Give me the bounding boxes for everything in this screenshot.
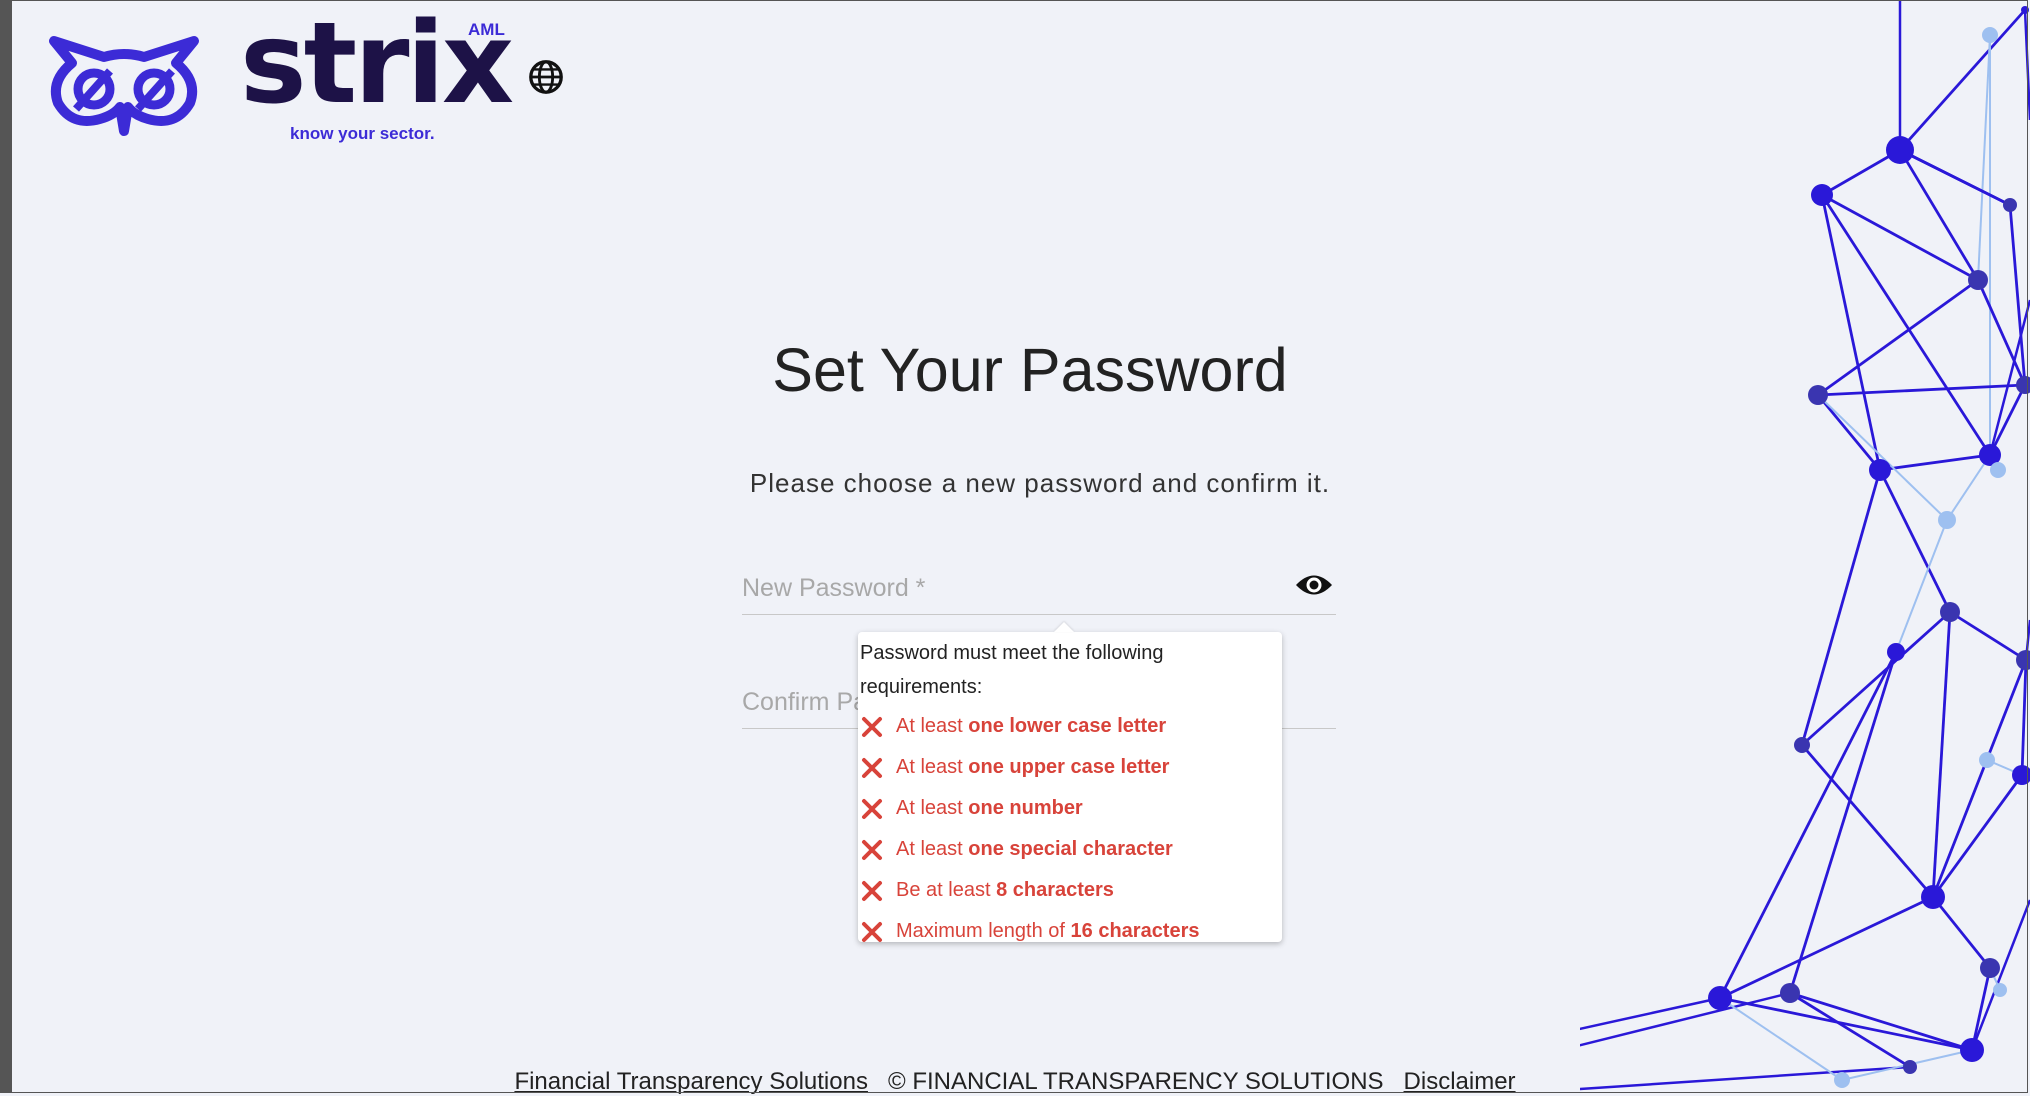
x-mark-icon bbox=[862, 921, 882, 942]
network-edge bbox=[1970, 899, 2030, 1051]
network-edge bbox=[1719, 895, 1934, 1000]
network-node bbox=[2003, 198, 2017, 212]
network-node bbox=[1968, 270, 1988, 290]
new-password-field bbox=[742, 568, 1336, 615]
network-edge bbox=[1988, 384, 2027, 456]
network-node bbox=[2016, 650, 2030, 670]
network-edge bbox=[1879, 453, 1991, 472]
network-edge bbox=[1817, 278, 1979, 397]
network-node bbox=[1979, 752, 1995, 768]
requirement-item: At least one special character bbox=[860, 829, 1280, 870]
network-node bbox=[1993, 983, 2007, 997]
requirement-item: At least one upper case letter bbox=[860, 747, 1280, 788]
network-node bbox=[1982, 27, 1998, 43]
network-node bbox=[1990, 462, 2006, 478]
x-mark-icon bbox=[862, 880, 882, 901]
network-node bbox=[2012, 765, 2030, 785]
requirement-emphasis: 8 characters bbox=[996, 879, 1114, 901]
network-edge bbox=[1931, 774, 2024, 898]
network-edge bbox=[1977, 34, 1991, 281]
copyright-text: © FINANCIAL TRANSPARENCY SOLUTIONS bbox=[887, 1068, 1384, 1095]
requirements-heading: Password must meet the following require… bbox=[860, 636, 1280, 704]
network-edge bbox=[1821, 193, 1979, 282]
network-node bbox=[1808, 385, 1828, 405]
popup-arrow bbox=[1054, 622, 1074, 632]
requirement-item: Be at least 8 characters bbox=[860, 870, 1280, 911]
owl-logo-icon bbox=[49, 36, 199, 136]
network-node bbox=[1869, 459, 1891, 481]
network-edge bbox=[2023, 9, 2030, 121]
x-mark-icon bbox=[862, 716, 882, 737]
requirement-prefix: At least bbox=[896, 797, 969, 819]
network-edge bbox=[1931, 896, 1992, 969]
eye-icon[interactable] bbox=[1294, 570, 1334, 600]
x-mark-icon bbox=[862, 757, 882, 778]
network-node bbox=[1794, 737, 1810, 753]
requirement-emphasis: 16 characters bbox=[1070, 920, 1200, 942]
network-node bbox=[1887, 643, 1905, 661]
network-edge bbox=[1820, 194, 1882, 471]
requirement-prefix: Be at least bbox=[896, 879, 997, 901]
requirement-item: Maximum length of 16 characters bbox=[860, 911, 1280, 952]
network-edge bbox=[1895, 519, 1948, 653]
requirement-prefix: At least bbox=[896, 715, 969, 737]
requirement-prefix: At least bbox=[896, 756, 969, 778]
page-subtitle: Please choose a new password and confirm… bbox=[749, 468, 1331, 498]
network-edge bbox=[2020, 659, 2028, 776]
network-edge bbox=[1946, 454, 1991, 521]
network-edge bbox=[1800, 744, 1935, 898]
network-edge bbox=[1789, 991, 1911, 1069]
network-edge bbox=[1931, 659, 2028, 898]
network-node bbox=[2016, 376, 2030, 394]
network-edge bbox=[1931, 611, 1952, 898]
network-edge bbox=[1788, 651, 1898, 994]
network-node bbox=[1980, 958, 2000, 978]
brand-tagline: know your sector. bbox=[290, 124, 435, 143]
network-edge bbox=[1817, 383, 2026, 397]
network-node bbox=[2021, 6, 2029, 14]
password-requirements-popup: Password must meet the following require… bbox=[858, 622, 1282, 942]
requirement-prefix: At least bbox=[896, 838, 969, 860]
requirements-list: At least one lower case letter At least … bbox=[860, 706, 1280, 952]
requirement-item: At least one lower case letter bbox=[860, 706, 1280, 747]
network-node bbox=[1811, 184, 1833, 206]
x-mark-icon bbox=[862, 798, 882, 819]
disclaimer-link[interactable]: Disclaimer bbox=[1404, 1068, 1516, 1095]
x-mark-icon bbox=[862, 839, 882, 860]
network-edge bbox=[1817, 394, 1948, 521]
new-password-input[interactable] bbox=[742, 568, 1262, 608]
network-node bbox=[1960, 1038, 1984, 1062]
strix-logo[interactable]: strix AML know your sector. bbox=[40, 8, 514, 148]
requirement-emphasis: one special character bbox=[968, 838, 1173, 860]
network-edge bbox=[1949, 610, 2027, 662]
network-node bbox=[1708, 986, 1732, 1010]
network-node bbox=[1921, 885, 1945, 909]
globe-icon[interactable] bbox=[527, 58, 565, 96]
requirement-emphasis: one lower case letter bbox=[968, 715, 1167, 737]
requirement-emphasis: one number bbox=[968, 797, 1083, 819]
requirements-heading-line1: Password must meet the following bbox=[860, 642, 1164, 664]
requirement-prefix: Maximum length of bbox=[896, 920, 1071, 942]
requirement-emphasis: one upper case letter bbox=[968, 756, 1170, 778]
company-link[interactable]: Financial Transparency Solutions bbox=[514, 1068, 868, 1095]
page-title: Set Your Password bbox=[772, 336, 1288, 404]
requirement-item: At least one number bbox=[860, 788, 1280, 829]
network-edge bbox=[1898, 9, 2027, 151]
footer: Financial Transparency Solutions © FINANC… bbox=[0, 1068, 2030, 1096]
network-node bbox=[1940, 602, 1960, 622]
network-node bbox=[1886, 136, 1914, 164]
brand-superscript: AML bbox=[468, 20, 505, 39]
network-background-graphic bbox=[1580, 0, 2030, 1091]
network-edge bbox=[1820, 194, 1992, 456]
requirements-heading-line2: requirements: bbox=[860, 676, 983, 698]
network-edge bbox=[1789, 991, 1973, 1052]
network-node bbox=[1938, 511, 1956, 529]
network-edge bbox=[1801, 610, 1951, 747]
network-node bbox=[1780, 983, 1800, 1003]
